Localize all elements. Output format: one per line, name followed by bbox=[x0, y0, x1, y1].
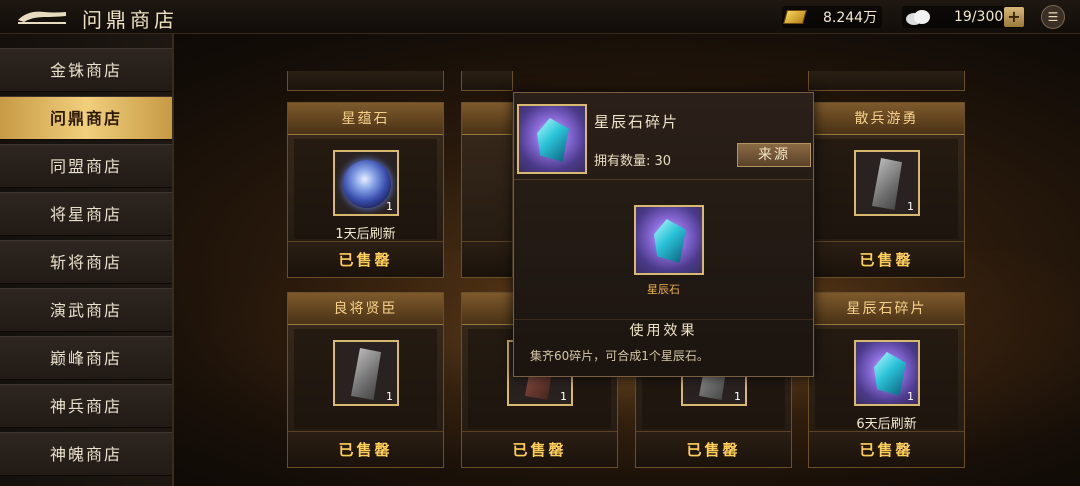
sold-out-label bbox=[462, 241, 512, 277]
token-icon bbox=[872, 158, 902, 210]
item-detail-popup: 星辰石碎片 拥有数量: 30 来源 星辰石 使用效果 集齐60碎片，可合成1个星… bbox=[513, 92, 814, 377]
stamina-cloud-icon bbox=[904, 9, 932, 25]
sold-out-label: 已售罄 bbox=[462, 431, 617, 467]
item-frame: 1 bbox=[333, 150, 399, 216]
add-stamina-button[interactable]: + bbox=[1004, 7, 1024, 27]
back-button[interactable] bbox=[14, 6, 70, 28]
card-title bbox=[462, 103, 512, 135]
shop-card-liangjiang[interactable]: 良将贤臣 1 已售罄 bbox=[287, 292, 444, 468]
shop-card-xingyunshi[interactable]: 星蕴石 1 1天后刷新 已售罄 bbox=[287, 102, 444, 278]
shop-card-partial[interactable] bbox=[461, 102, 513, 278]
source-button[interactable]: 来源 bbox=[737, 143, 811, 167]
sidebar-item-shenpo[interactable]: 神魄商店 bbox=[0, 432, 172, 476]
effect-description: 集齐60碎片，可合成1个星辰石。 bbox=[530, 349, 709, 363]
item-count: 1 bbox=[907, 390, 914, 403]
gold-value: 8.244万 bbox=[823, 10, 878, 26]
page-title: 问鼎商店 bbox=[82, 8, 178, 32]
sidebar-item-zhanjiang[interactable]: 斩将商店 bbox=[0, 240, 172, 284]
effect-title: 使用效果 bbox=[514, 319, 813, 341]
sold-out-label: 已售罄 bbox=[288, 241, 443, 277]
sidebar-item-yanwu[interactable]: 演武商店 bbox=[0, 288, 172, 332]
divider bbox=[514, 179, 813, 180]
sidebar-item-wending[interactable]: 问鼎商店 bbox=[0, 96, 172, 140]
menu-button[interactable]: ☰ bbox=[1041, 5, 1065, 29]
result-item-icon bbox=[634, 205, 704, 275]
sidebar-item-jinzhu[interactable]: 金铢商店 bbox=[0, 48, 172, 92]
refresh-timer: 1天后刷新 bbox=[335, 227, 396, 242]
sold-out-label: 已售罄 bbox=[809, 241, 964, 277]
card-title: 良将贤臣 bbox=[288, 293, 443, 325]
result-item-label: 星辰石 bbox=[647, 283, 680, 296]
item-frame: 1 bbox=[333, 340, 399, 406]
token-icon bbox=[351, 348, 381, 400]
stamina-currency: 19/300 + bbox=[902, 6, 1024, 28]
stamina-value: 19/300 bbox=[954, 9, 1004, 25]
item-count: 1 bbox=[907, 200, 914, 213]
item-count: 1 bbox=[386, 200, 393, 213]
list-icon: ☰ bbox=[1047, 10, 1059, 24]
sidebar-item-tongmeng[interactable]: 同盟商店 bbox=[0, 144, 172, 188]
card-stub bbox=[287, 71, 444, 91]
sold-out-label: 已售罄 bbox=[809, 431, 964, 467]
popup-owned-count: 拥有数量: 30 bbox=[594, 154, 672, 169]
gold-currency: 8.244万 bbox=[782, 6, 882, 28]
sidebar-item-dianfeng[interactable]: 巅峰商店 bbox=[0, 336, 172, 380]
star-orb-icon bbox=[343, 160, 391, 208]
card-title: 星辰石碎片 bbox=[809, 293, 964, 325]
shop-card-xingchenshi[interactable]: 星辰石碎片 1 6天后刷新 已售罄 bbox=[808, 292, 965, 468]
popup-item-icon bbox=[517, 104, 587, 174]
popup-item-name: 星辰石碎片 bbox=[594, 113, 680, 131]
shop-card-sanbing[interactable]: 散兵游勇 1 已售罄 bbox=[808, 102, 965, 278]
sidebar-item-shenbing[interactable]: 神兵商店 bbox=[0, 384, 172, 428]
sold-out-label: 已售罄 bbox=[288, 431, 443, 467]
item-frame: 1 bbox=[854, 150, 920, 216]
back-arrow-icon bbox=[18, 11, 66, 24]
sold-out-label: 已售罄 bbox=[636, 431, 791, 467]
card-stub bbox=[808, 71, 965, 91]
item-count: 1 bbox=[386, 390, 393, 403]
card-stub bbox=[461, 71, 513, 91]
item-frame: 1 bbox=[854, 340, 920, 406]
item-count: 1 bbox=[734, 390, 741, 403]
item-count: 1 bbox=[560, 390, 567, 403]
card-title: 散兵游勇 bbox=[809, 103, 964, 135]
sidebar-item-jiangxing[interactable]: 将星商店 bbox=[0, 192, 172, 236]
card-title: 星蕴石 bbox=[288, 103, 443, 135]
refresh-timer: 6天后刷新 bbox=[856, 417, 917, 432]
top-bar: 问鼎商店 8.244万 19/300 + ☰ bbox=[0, 0, 1080, 34]
gold-ingot-icon bbox=[783, 10, 807, 24]
shop-sidebar: 金铢商店 问鼎商店 同盟商店 将星商店 斩将商店 演武商店 巅峰商店 神兵商店 … bbox=[0, 34, 174, 486]
